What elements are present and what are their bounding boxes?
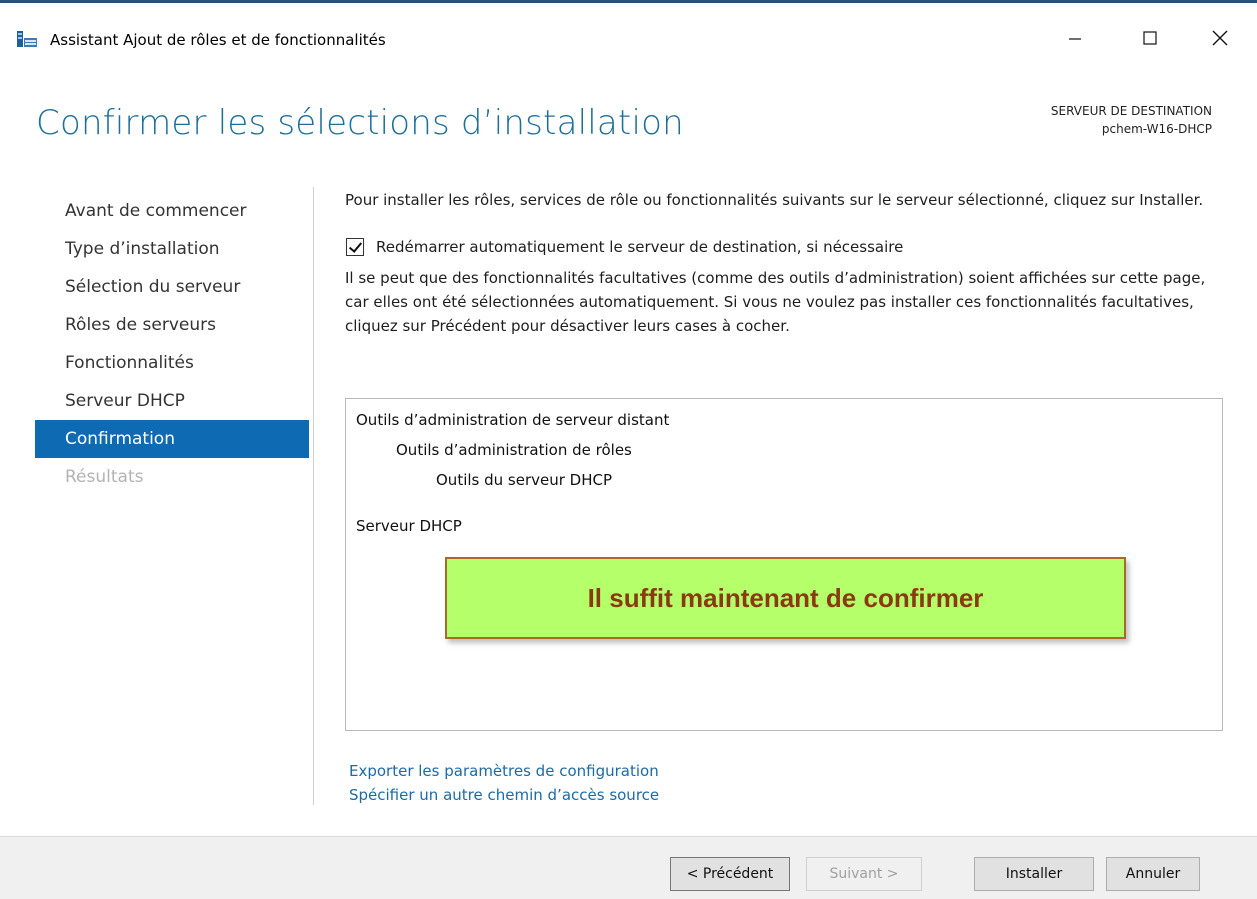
previous-button[interactable]: < Précédent <box>670 857 790 891</box>
intro-text: Pour installer les rôles, services de rô… <box>345 191 1204 209</box>
nav-item-type-installation[interactable]: Type d’installation <box>35 230 309 268</box>
minimize-button[interactable] <box>1052 20 1098 56</box>
title-bar: Assistant Ajout de rôles et de fonctionn… <box>0 6 1257 62</box>
config-links: Exporter les paramètres de configuration… <box>349 759 659 807</box>
list-item: Outils du serveur DHCP <box>436 471 613 489</box>
nav-item-avant-de-commencer[interactable]: Avant de commencer <box>35 192 309 230</box>
server-manager-icon <box>17 31 37 47</box>
nav-item-fonctionnalites[interactable]: Fonctionnalités <box>35 344 309 382</box>
restart-checkbox-label[interactable]: Redémarrer automatiquement le serveur de… <box>376 238 903 256</box>
nav-item-roles-serveurs[interactable]: Rôles de serveurs <box>35 306 309 344</box>
list-item: Outils d’administration de rôles <box>396 441 632 459</box>
list-item: Serveur DHCP <box>356 517 462 535</box>
close-icon <box>1212 30 1228 46</box>
maximize-icon <box>1143 31 1157 45</box>
optional-features-note: Il se peut que des fonctionnalités facul… <box>345 269 1206 335</box>
destination-server-info: SERVEUR DE DESTINATION pchem-W16-DHCP <box>1051 102 1212 138</box>
wizard-footer: < Précédent Suivant > Installer Annuler <box>0 836 1257 899</box>
alternate-source-path-link[interactable]: Spécifier un autre chemin d’accès source <box>349 783 659 807</box>
maximize-button[interactable] <box>1127 20 1173 56</box>
nav-divider <box>313 187 314 805</box>
nav-item-resultats: Résultats <box>65 467 144 487</box>
window-title: Assistant Ajout de rôles et de fonctionn… <box>50 31 386 49</box>
destination-server-name: pchem-W16-DHCP <box>1101 122 1212 136</box>
export-config-link[interactable]: Exporter les paramètres de configuration <box>349 759 659 783</box>
install-button[interactable]: Installer <box>974 857 1094 891</box>
destination-label: SERVEUR DE DESTINATION <box>1050 104 1212 118</box>
nav-item-selection-serveur[interactable]: Sélection du serveur <box>35 268 309 306</box>
page-title: Confirmer les sélections d’installation <box>36 103 684 143</box>
wizard-window: Assistant Ajout de rôles et de fonctionn… <box>0 0 1257 899</box>
main-content: Pour installer les rôles, services de rô… <box>345 188 1230 338</box>
nav-item-serveur-dhcp[interactable]: Serveur DHCP <box>35 382 309 420</box>
restart-option[interactable]: Redémarrer automatiquement le serveur de… <box>345 238 1230 256</box>
wizard-steps-nav: Avant de commencer Type d’installation S… <box>35 192 309 496</box>
annotation-callout: Il suffit maintenant de confirmer <box>445 557 1126 639</box>
list-item: Outils d’administration de serveur dista… <box>356 411 670 429</box>
minimize-icon <box>1069 38 1081 40</box>
next-button: Suivant > <box>806 857 922 891</box>
cancel-button[interactable]: Annuler <box>1106 857 1200 891</box>
restart-checkbox[interactable] <box>346 238 364 256</box>
nav-item-confirmation[interactable]: Confirmation <box>35 420 309 458</box>
annotation-callout-text: Il suffit maintenant de confirmer <box>587 582 984 613</box>
close-button[interactable] <box>1197 20 1243 56</box>
